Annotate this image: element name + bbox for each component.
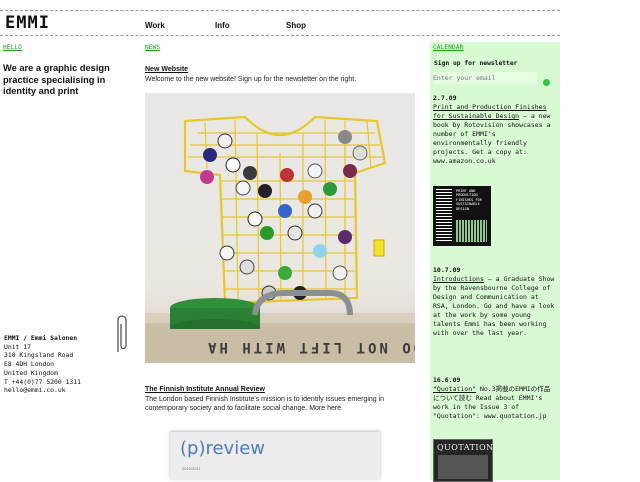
calendar-date: 10.7.09 xyxy=(433,266,461,274)
newsletter-submit-button[interactable] xyxy=(543,79,550,86)
book-cover-image: PRINT AND PRODUCTION FINISHES FOR SUSTAI… xyxy=(433,186,491,246)
badge-crate-illustration xyxy=(145,115,415,363)
calendar-item-text: – a Graduate Show by the Ravensbourne Co… xyxy=(433,275,555,337)
post-body: Welcome to the new website! Sign up for … xyxy=(145,76,357,83)
calendar-date: 2.7.09 xyxy=(433,94,457,102)
newsletter-label: Sign up for newsletter xyxy=(434,60,518,67)
address-line: 310 Kingsland Road xyxy=(4,351,74,360)
calendar-item-link[interactable]: "Quotation" xyxy=(433,385,476,393)
paperclip-icon xyxy=(117,315,127,352)
newsletter-email-input[interactable] xyxy=(433,72,537,84)
contact-address: EMMI / Emmi Salonen Unit 17 310 Kingslan… xyxy=(4,334,81,395)
book-cover-grid xyxy=(456,220,487,242)
quotation-cover-image: QUOTATION xyxy=(433,439,493,482)
hello-label[interactable]: HELLO xyxy=(3,44,22,51)
email-link[interactable]: hello@emmi.co.uk xyxy=(4,386,81,395)
site-logo[interactable]: EMMI xyxy=(5,13,50,33)
calendar-item: 2.7.09 Print and Production Finishes for… xyxy=(433,94,555,166)
address-line: EMMI / Emmi Salonen xyxy=(4,334,78,342)
hero-image: DO NOT LIFT WITH HA xyxy=(145,93,415,363)
quotation-cover-title: QUOTATION xyxy=(437,443,494,452)
review-title: (p)review xyxy=(180,438,265,459)
phone-number: T +44(0)77 5200 1311 xyxy=(4,377,81,386)
calendar-label[interactable]: CALENDAR xyxy=(433,44,464,51)
nav-work[interactable]: Work xyxy=(145,21,165,30)
nav-info[interactable]: Info xyxy=(215,21,230,30)
book-cover-pattern xyxy=(436,189,452,243)
calendar-item: 10.7.09 Introductions – a Graduate Show … xyxy=(433,266,555,338)
post-title-finnish-institute[interactable]: The Finnish Institute Annual Review xyxy=(145,386,265,393)
header-divider xyxy=(0,35,560,36)
nav-shop[interactable]: Shop xyxy=(286,21,306,30)
book-cover-title: PRINT AND PRODUCTION FINISHES FOR SUSTAI… xyxy=(456,189,482,211)
address-line: United Kingdom xyxy=(4,368,58,377)
hero-sign-text: DO NOT LIFT WITH HA xyxy=(205,339,415,355)
review-cover-image: (p)review 2010/2011 xyxy=(170,432,380,480)
top-divider xyxy=(0,10,560,11)
address-line: E8 4DH London xyxy=(4,360,55,369)
calendar-item: 16.6.09 "Quotation" No.3掲載のEMMIの作品について読む… xyxy=(433,376,555,421)
quotation-cover-photo xyxy=(438,455,488,479)
tagline: We are a graphic design practice special… xyxy=(3,63,110,96)
calendar-item-link[interactable]: Introductions xyxy=(433,275,484,283)
address-line: Unit 17 xyxy=(4,342,31,351)
news-label[interactable]: NEWS xyxy=(145,44,160,51)
post-title-new-website[interactable]: New Website xyxy=(145,66,188,73)
review-subtitle: 2010/2011 xyxy=(182,466,201,471)
calendar-date: 16.6.09 xyxy=(433,376,461,384)
post-body: The London based Finnish Institute's mis… xyxy=(145,396,385,412)
